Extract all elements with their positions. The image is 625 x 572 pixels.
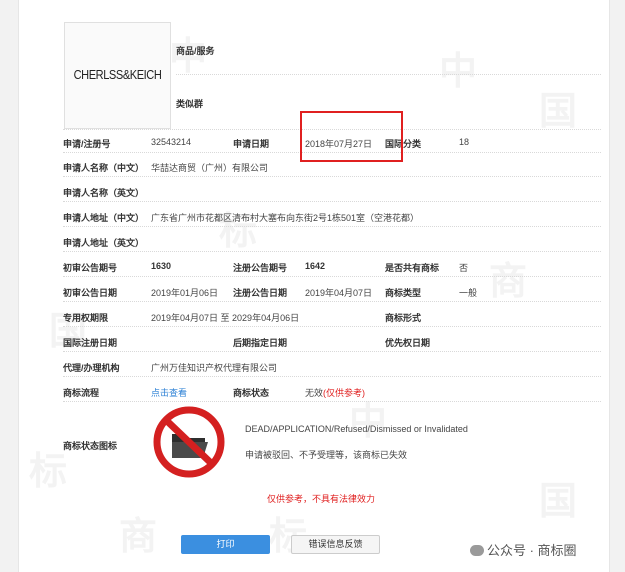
prelim-date-label: 初审公告日期 [63,288,118,298]
later-date-label: 后期指定日期 [233,338,288,348]
status-value: 无效(仅供参考) [305,386,365,399]
divider [63,251,601,252]
intl-reg-date-label: 国际注册日期 [63,338,118,348]
prelim-no-value: 1630 [151,261,172,271]
applicant-cn-label: 申请人名称（中文） [63,163,145,173]
status-text: 无效 [305,388,324,398]
applicant-cn-value: 华喆达商贸（广州）有限公司 [151,163,269,173]
process-label: 商标流程 [63,388,100,398]
address-cn-value: 广东省广州市花都区清布村大塞布向东街2号1栋501室（空港花都） [151,213,420,223]
mark-type-value: 一般 [459,288,478,298]
exclusive-value: 2019年04月07日 至 2029年04月06日 [151,313,300,323]
similar-group-label: 类似群 [176,99,204,109]
divider [63,276,601,277]
status-icon-label: 商标状态图标 [63,441,118,451]
process-view-link[interactable]: 点击查看 [151,386,187,399]
reg-notice-no-value: 1642 [305,261,326,271]
mark-type-label: 商标类型 [385,288,422,298]
divider [63,401,601,402]
watermark-char: 商 [119,513,158,558]
status-icon-desc: 申请被驳回、不予受理等，该商标已失效 [245,450,408,460]
reg-no-label: 申请/注册号 [63,139,111,149]
footer-brand: 公众号 · 商标圈 [470,540,577,559]
divider [63,376,601,377]
watermark-char: 中 [439,48,478,93]
watermark-char: 国 [539,478,578,523]
disclaimer-text: 仅供参考，不具有法律效力 [267,494,376,504]
error-feedback-button[interactable]: 错误信息反馈 [291,535,380,554]
watermark-char: 标 [219,208,258,253]
status-note: (仅供参考) [323,388,366,398]
divider [63,201,601,202]
watermark-char: 国 [539,88,578,133]
trademark-image: CHERLSS&KEICH [64,22,171,129]
reg-notice-no-label: 注册公告期号 [233,263,288,273]
watermark-char: 商 [489,258,528,303]
intl-class-value: 18 [459,137,470,147]
trademark-logo-text: CHERLSS&KEICH [73,67,162,82]
goods-label: 商品/服务 [176,46,215,56]
apply-date-highlight-box [300,111,403,162]
applicant-en-label: 申请人名称（英文） [63,188,145,198]
address-en-label: 申请人地址（英文） [63,238,145,248]
reg-notice-date-value: 2019年04月07日 [305,288,373,298]
print-button[interactable]: 打印 [181,535,270,554]
status-label: 商标状态 [233,388,270,398]
watermark-char: 标 [29,448,68,493]
prelim-date-value: 2019年01月06日 [151,288,219,298]
apply-date-label: 申请日期 [233,139,270,149]
divider [63,176,601,177]
reg-notice-date-label: 注册公告日期 [233,288,288,298]
address-cn-label: 申请人地址（中文） [63,213,145,223]
agent-label: 代理/办理机构 [63,363,120,373]
divider [63,351,601,352]
wechat-icon [470,545,484,556]
prelim-no-label: 初审公告期号 [63,263,118,273]
exclusive-label: 专用权期限 [63,313,109,323]
agent-value: 广州万佳知识产权代理有限公司 [151,363,278,373]
shared-label: 是否共有商标 [385,263,440,273]
footer-brand-text: 公众号 · 商标圈 [487,543,577,558]
mark-form-label: 商标形式 [385,313,422,323]
dead-status-icon [153,406,225,478]
divider [63,226,601,227]
divider [176,74,601,75]
shared-value: 否 [459,263,469,273]
trademark-detail-sheet: 中 中 国 标 商 国 中 标 国 商 标 CHERLSS&KEICH 商品/服… [18,0,610,572]
divider [63,326,601,327]
status-icon-title: DEAD/APPLICATION/Refused/Dismissed or In… [245,424,468,434]
priority-date-label: 优先权日期 [385,338,431,348]
divider [63,301,601,302]
reg-no-value: 32543214 [151,137,192,147]
